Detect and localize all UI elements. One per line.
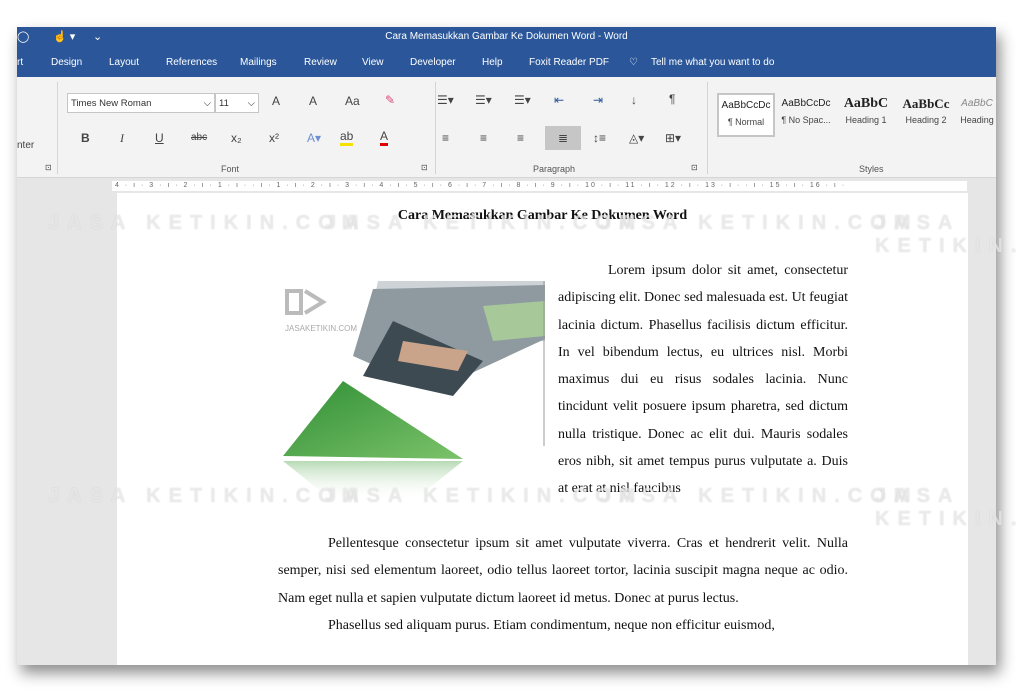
- show-formatting-button[interactable]: ¶: [669, 92, 675, 106]
- multilevel-list-icon[interactable]: ☰▾: [514, 93, 531, 107]
- jk-logo-icon: [285, 289, 327, 315]
- align-right-icon[interactable]: ≡: [517, 131, 524, 145]
- horizontal-ruler[interactable]: 4 · ı · 3 · ı · 2 · ı · 1 · ı · · ı · 1 …: [17, 178, 996, 193]
- font-group-label: Font: [221, 164, 240, 174]
- paragraph-3: Phasellus sed aliquam purus. Etiam condi…: [328, 617, 775, 633]
- tab-insert[interactable]: rt: [17, 57, 23, 68]
- image-logo-text: JASAKETIKIN.COM: [285, 324, 357, 333]
- tab-foxit[interactable]: Foxit Reader PDF: [529, 57, 609, 68]
- paragraph-group-label: Paragraph: [533, 164, 576, 174]
- style-heading-2[interactable]: AaBbCc Heading 2: [897, 93, 955, 137]
- change-case-button[interactable]: Aa: [345, 94, 360, 108]
- paragraph-2: Pellentesque consectetur ipsum sit amet …: [278, 536, 848, 606]
- tab-design[interactable]: Design: [51, 57, 82, 68]
- font-name-select[interactable]: Times New Roman ⌵: [67, 93, 215, 113]
- style-no-spacing[interactable]: AaBbCcDc ¶ No Spac...: [777, 93, 835, 137]
- decrease-indent-icon[interactable]: ⇤: [554, 93, 564, 107]
- justify-icon[interactable]: ≣: [545, 126, 581, 150]
- tab-mailings[interactable]: Mailings: [240, 57, 277, 68]
- borders-icon[interactable]: ⊞▾: [665, 131, 681, 145]
- font-color-icon[interactable]: A: [380, 129, 389, 146]
- chevron-down-icon: ⌵: [247, 98, 255, 109]
- tab-view[interactable]: View: [362, 57, 384, 68]
- ribbon: nter ⊡ Times New Roman ⌵ 11 ⌵ A A Aa ✎ B I…: [17, 77, 996, 178]
- window-title: Cara Memasukkan Gambar Ke Dokumen Word -…: [385, 31, 628, 42]
- line-spacing-icon[interactable]: ↕≡: [593, 131, 606, 145]
- superscript-button[interactable]: x²: [269, 131, 279, 145]
- document-title: Cara Memasukkan Gambar Ke Dokumen Word: [397, 208, 688, 223]
- shading-icon[interactable]: ◬▾: [629, 131, 644, 145]
- tell-me-search[interactable]: Tell me what you want to do: [651, 57, 774, 68]
- subscript-button[interactable]: x₂: [231, 131, 242, 145]
- title-bar: ◯ ☝ ▾ ⌄ Cara Memasukkan Gambar Ke Dokume…: [17, 27, 996, 50]
- chevron-down-icon: ⌵: [203, 98, 211, 109]
- italic-button[interactable]: I: [120, 131, 124, 146]
- styles-group-label: Styles: [859, 164, 884, 174]
- tab-help[interactable]: Help: [482, 57, 503, 68]
- clipboard-launcher-icon[interactable]: ⊡: [45, 163, 52, 172]
- style-normal[interactable]: AaBbCcDc ¶ Normal: [717, 93, 775, 137]
- lightbulb-icon: ♡: [629, 57, 638, 68]
- increase-indent-icon[interactable]: ⇥: [593, 93, 603, 107]
- center-label: nter: [17, 140, 35, 151]
- clear-formatting-icon[interactable]: ✎: [385, 93, 395, 107]
- align-left-icon[interactable]: ≡: [442, 131, 449, 145]
- align-center-icon[interactable]: ≡: [480, 131, 487, 145]
- paragraph-launcher-icon[interactable]: ⊡: [691, 163, 698, 172]
- tab-references[interactable]: References: [166, 57, 217, 68]
- document-page[interactable]: Cara Memasukkan Gambar Ke Dokumen Word J…: [117, 193, 968, 665]
- tab-layout[interactable]: Layout: [109, 57, 139, 68]
- sort-icon[interactable]: ↓: [631, 93, 637, 107]
- wrapped-paragraph: Lorem ipsum dolor sit amet, consectetur …: [558, 263, 848, 497]
- bullets-icon[interactable]: ☰▾: [437, 93, 454, 107]
- bold-button[interactable]: B: [81, 131, 90, 145]
- tab-developer[interactable]: Developer: [410, 57, 456, 68]
- grow-font-button[interactable]: A: [272, 94, 280, 108]
- underline-button[interactable]: U: [155, 131, 164, 145]
- shrink-font-button[interactable]: A: [309, 94, 317, 108]
- tab-review[interactable]: Review: [304, 57, 337, 68]
- inserted-image[interactable]: JASAKETIKIN.COM: [283, 281, 545, 501]
- strikethrough-button[interactable]: abc: [191, 132, 207, 143]
- body-paragraphs: Pellentesque consectetur ipsum sit amet …: [278, 530, 848, 639]
- numbering-icon[interactable]: ☰▾: [475, 93, 492, 107]
- style-heading-1[interactable]: AaBbC Heading 1: [837, 93, 895, 137]
- style-heading-3[interactable]: AaBbC Heading: [957, 93, 996, 137]
- text-effects-icon[interactable]: A▾: [307, 131, 321, 145]
- ribbon-tabs: rt Design Layout References Mailings Rev…: [17, 50, 996, 77]
- font-size-select[interactable]: 11 ⌵: [215, 93, 259, 113]
- word-window: ◯ ☝ ▾ ⌄ Cara Memasukkan Gambar Ke Dokume…: [17, 27, 996, 665]
- highlight-icon[interactable]: ab: [340, 129, 354, 146]
- font-launcher-icon[interactable]: ⊡: [421, 163, 428, 172]
